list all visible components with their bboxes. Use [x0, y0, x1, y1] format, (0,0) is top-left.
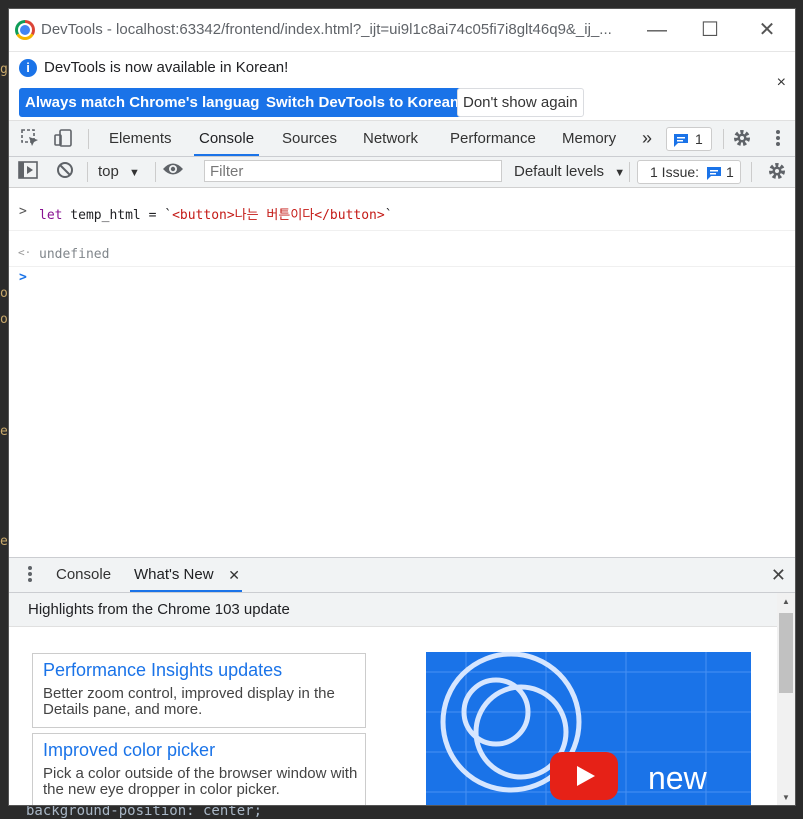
log-levels-dropdown[interactable]: Default levels ▼ [514, 163, 625, 180]
console-result-line: <· undefined [9, 246, 795, 267]
toolbar-divider [87, 162, 88, 182]
message-icon [673, 128, 689, 150]
promo-text: new [648, 760, 707, 796]
live-expression-eye-icon[interactable] [162, 161, 184, 183]
devtools-window: DevTools - localhost:63342/frontend/inde… [9, 9, 795, 805]
feature-card-description: Better zoom control, improved display in… [43, 685, 335, 718]
code-statement: temp_html = ` [62, 208, 173, 223]
console-code: let temp_html = `<button>나는 버튼이다</button… [39, 204, 393, 223]
toolbar-divider [629, 162, 630, 182]
tab-memory[interactable]: Memory [557, 121, 621, 156]
issues-badge[interactable]: 1 Issue: 1 [637, 160, 741, 184]
code-keyword: let [39, 208, 63, 223]
drawer-tab-whats-new[interactable]: What's New ✕ [130, 558, 242, 592]
filter-input[interactable]: Filter [204, 160, 502, 182]
bg-editor-char: e [0, 534, 8, 549]
drawer-tab-bar: Console What's New ✕ ✕ [9, 558, 795, 593]
drawer-panel: Console What's New ✕ ✕ Highlights from t… [9, 557, 795, 805]
issues-label: 1 Issue: [650, 164, 700, 180]
play-button-icon[interactable] [550, 752, 618, 800]
close-tab-icon[interactable]: ✕ [228, 558, 240, 592]
console-toolbar: top ▼ Filter Default levels ▼ 1 Issue: 1 [9, 157, 795, 188]
messages-badge[interactable]: 1 [666, 127, 712, 151]
drawer-scrollbar[interactable]: ▲ ▼ [777, 593, 795, 805]
feature-card[interactable]: Performance Insights updates Better zoom… [32, 653, 366, 728]
issues-count: 1 [726, 164, 734, 180]
bg-editor-char: o [0, 312, 8, 327]
bg-editor-char: g [0, 62, 8, 77]
scrollbar-thumb[interactable] [779, 613, 793, 693]
bg-editor-char: e [0, 424, 8, 439]
whats-new-title: Highlights from the Chrome 103 update [28, 601, 290, 618]
log-levels-value: Default levels [514, 163, 605, 180]
window-title: DevTools - localhost:63342/frontend/inde… [41, 21, 612, 38]
settings-gear-icon[interactable] [731, 128, 753, 150]
close-window-button[interactable]: ✕ [752, 17, 782, 43]
more-options-icon[interactable] [767, 128, 789, 150]
close-drawer-icon[interactable]: ✕ [771, 565, 786, 586]
maximize-button[interactable]: ☐ [695, 17, 725, 43]
cursor-prompt-icon: > [19, 270, 27, 285]
clear-console-icon[interactable] [54, 161, 76, 183]
toolbar-divider [88, 129, 89, 149]
whats-new-header: Highlights from the Chrome 103 update [9, 593, 795, 627]
dropdown-arrow-icon: ▼ [614, 167, 626, 179]
dropdown-arrow-icon: ▼ [129, 167, 140, 179]
input-prompt-icon: > [19, 204, 27, 219]
infobar-close-icon[interactable]: × [777, 74, 786, 92]
feature-card-title[interactable]: Improved color picker [43, 740, 215, 761]
tab-network[interactable]: Network [358, 121, 423, 156]
language-infobar: i DevTools is now available in Korean! ×… [9, 52, 795, 121]
issue-message-icon [706, 161, 722, 183]
code-backtick: ` [384, 208, 393, 223]
context-selector[interactable]: top ▼ [98, 163, 140, 180]
tab-elements[interactable]: Elements [104, 121, 177, 156]
console-input-line: > let temp_html = `<button>나는 버튼이다</butt… [9, 204, 795, 231]
chrome-logo-icon [15, 20, 35, 40]
context-value: top [98, 163, 119, 180]
result-value: undefined [39, 247, 110, 262]
scroll-up-arrow-icon[interactable]: ▲ [782, 597, 790, 606]
inspect-element-icon[interactable] [19, 128, 41, 150]
tab-performance[interactable]: Performance [445, 121, 541, 156]
more-tabs-chevron-icon[interactable]: » [637, 121, 657, 156]
feature-card-title[interactable]: Performance Insights updates [43, 660, 282, 681]
code-string: <button>나는 버튼이다</button> [172, 208, 385, 223]
toolbar-divider [155, 162, 156, 182]
always-match-language-button[interactable]: Always match Chrome's language [19, 88, 274, 117]
result-prompt-icon: <· [18, 246, 32, 259]
console-settings-gear-icon[interactable] [766, 161, 788, 183]
video-thumbnail[interactable]: new [426, 652, 751, 805]
tab-sources[interactable]: Sources [277, 121, 342, 156]
info-icon: i [19, 59, 37, 77]
sidebar-toggle-icon[interactable] [17, 161, 39, 183]
scroll-down-arrow-icon[interactable]: ▼ [782, 793, 790, 802]
infobar-message: DevTools is now available in Korean! [44, 59, 289, 76]
message-count: 1 [695, 131, 703, 147]
minimize-button[interactable]: — [642, 17, 672, 43]
feature-card[interactable]: Improved color picker Pick a color outsi… [32, 733, 366, 805]
feature-card-description: Pick a color outside of the browser wind… [43, 765, 358, 798]
bg-editor-char: o [0, 286, 8, 301]
title-bar: DevTools - localhost:63342/frontend/inde… [9, 9, 795, 52]
toolbar-divider [723, 129, 724, 149]
device-toolbar-icon[interactable] [52, 128, 74, 150]
dont-show-again-button[interactable]: Don't show again [457, 88, 584, 117]
console-output[interactable]: > let temp_html = `<button>나는 버튼이다</butt… [9, 188, 795, 556]
drawer-menu-icon[interactable] [19, 564, 41, 586]
switch-to-korean-button[interactable]: Switch DevTools to Korean [260, 88, 466, 117]
drawer-tab-whats-new-label: What's New [134, 566, 214, 583]
tab-console[interactable]: Console [194, 121, 260, 156]
toolbar-divider [751, 162, 752, 182]
drawer-tab-console[interactable]: Console [52, 558, 115, 592]
main-tab-bar: Elements Console Sources Network Perform… [9, 121, 795, 157]
